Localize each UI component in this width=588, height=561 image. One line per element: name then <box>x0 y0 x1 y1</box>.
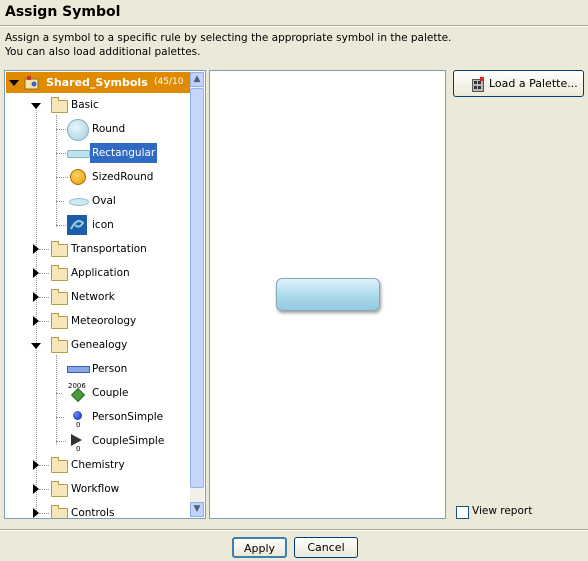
symbol-preview-panel <box>209 70 446 519</box>
tree-connector <box>39 489 49 490</box>
folder-icon <box>51 481 68 497</box>
tree-connector <box>56 355 57 445</box>
tree-folder-label: Application <box>71 267 130 279</box>
apply-button[interactable]: Apply <box>232 537 287 558</box>
symbol-tree[interactable]: Shared_Symbols (45/10 Basic Round Rectan… <box>4 70 206 519</box>
header-divider-highlight <box>0 26 588 27</box>
rectangular-symbol-icon <box>67 150 90 158</box>
tree-connector <box>39 465 49 466</box>
person-symbol-icon <box>67 366 90 373</box>
collapse-icon[interactable] <box>9 80 19 86</box>
tree-item-label: icon <box>92 219 114 231</box>
tree-connector <box>56 153 66 154</box>
folder-icon <box>51 289 68 305</box>
load-palette-button[interactable]: Load a Palette... <box>453 70 584 97</box>
tree-folder-label: Workflow <box>71 483 120 495</box>
tree-folder-label: Chemistry <box>71 459 125 471</box>
view-report-label: View report <box>472 505 533 517</box>
tree-folder-label: Genealogy <box>71 339 128 351</box>
tree-folder-label: Controls <box>71 507 115 519</box>
folder-open-icon <box>51 97 68 113</box>
folder-icon <box>51 313 68 329</box>
palette-icon <box>24 75 40 90</box>
view-report-checkbox[interactable] <box>456 506 469 519</box>
sizedround-symbol-icon <box>70 169 86 185</box>
tree-root-count: (45/10 <box>154 77 184 87</box>
tree-item-label: Rectangular <box>90 143 158 163</box>
tree-connector <box>39 321 49 322</box>
tree-connector <box>36 105 37 515</box>
tree-item-label: Oval <box>92 195 116 207</box>
scroll-up-icon[interactable]: ▲ <box>190 72 204 87</box>
tree-vertical-scrollbar[interactable]: ▲ ▼ <box>190 72 204 517</box>
dialog-title: Assign Symbol <box>5 4 121 20</box>
personsimple-zero-label: 0 <box>76 421 81 429</box>
description-line-1: Assign a symbol to a specific rule by se… <box>5 32 452 44</box>
folder-icon <box>51 241 68 257</box>
description-line-2: You can also load additional palettes. <box>5 46 201 58</box>
tree-folder-label: Transportation <box>71 243 147 255</box>
tree-root-label: Shared_Symbols <box>46 76 148 89</box>
tree-connector <box>39 513 49 514</box>
tree-item-label: Couple <box>92 387 129 399</box>
oval-symbol-icon <box>69 198 89 206</box>
collapse-icon[interactable] <box>31 103 41 109</box>
tree-folder-label: Meteorology <box>71 315 137 327</box>
description: Assign a symbol to a specific rule by se… <box>5 31 451 59</box>
tree-item-label: CoupleSimple <box>92 435 165 447</box>
tree-connector <box>56 441 66 442</box>
footer-divider-highlight <box>0 530 588 531</box>
tree-item-label: Person <box>92 363 128 375</box>
tree-connector <box>56 393 62 394</box>
scroll-down-icon[interactable]: ▼ <box>190 502 204 517</box>
tree-connector <box>39 273 49 274</box>
tree-folder-label: Network <box>71 291 115 303</box>
tree-connector <box>56 201 64 202</box>
rectangular-symbol-preview <box>276 278 380 311</box>
tree-item-label: Round <box>92 123 126 135</box>
scroll-thumb[interactable] <box>190 88 204 488</box>
tree-connector <box>56 115 57 227</box>
collapse-icon[interactable] <box>31 343 41 349</box>
folder-icon <box>51 505 68 518</box>
swirl-icon <box>67 215 87 235</box>
folder-open-icon <box>51 337 68 353</box>
tree-connector <box>39 297 49 298</box>
folder-icon <box>51 457 68 473</box>
tree-connector <box>56 225 66 226</box>
tree-connector <box>39 249 49 250</box>
tree-connector <box>56 177 68 178</box>
tree-item-label: SizedRound <box>92 171 154 183</box>
load-palette-label: Load a Palette... <box>489 77 578 90</box>
tree-item-label: PersonSimple <box>92 411 164 423</box>
folder-icon <box>51 265 68 281</box>
cancel-button[interactable]: Cancel <box>294 537 358 558</box>
round-symbol-icon <box>67 119 89 141</box>
tree-folder-label: Basic <box>71 99 99 111</box>
tree-root-shared-symbols[interactable]: Shared_Symbols (45/10 <box>6 72 190 93</box>
tree-connector <box>56 417 64 418</box>
palette-load-icon <box>472 76 485 92</box>
dialog-header: Assign Symbol <box>0 0 588 25</box>
